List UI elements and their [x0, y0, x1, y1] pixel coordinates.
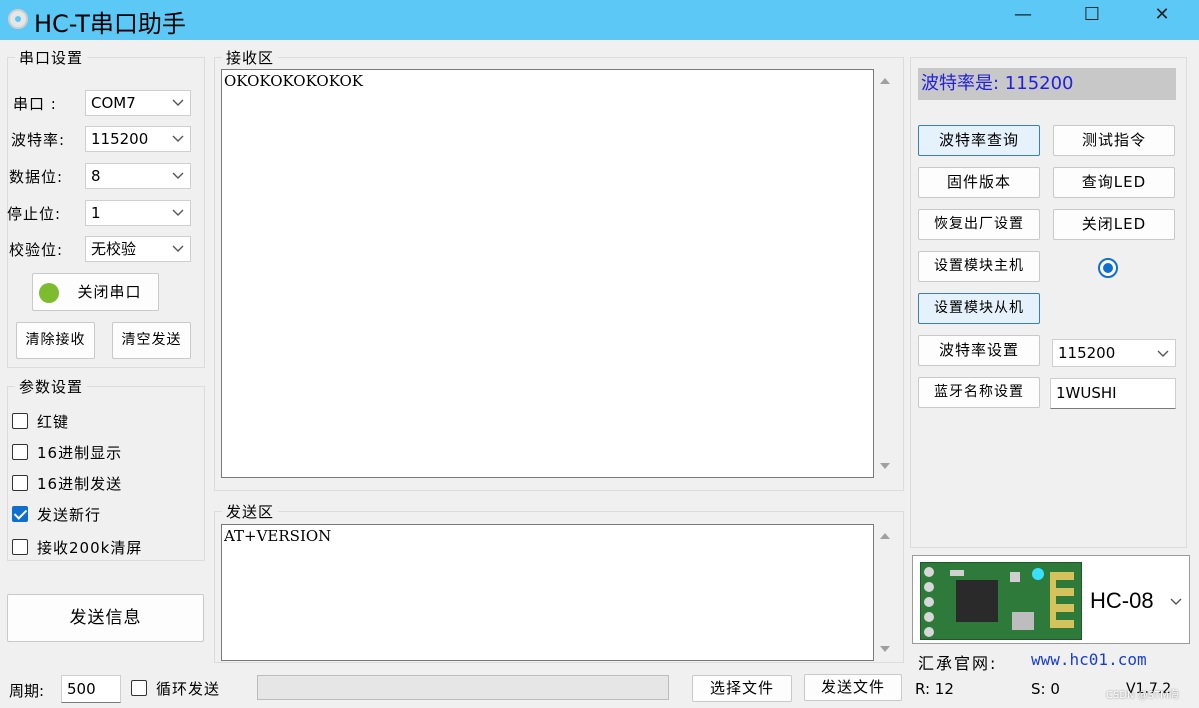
port-status-indicator	[39, 283, 59, 303]
chevron-down-icon	[172, 172, 184, 179]
module-name: HC-08	[1090, 588, 1154, 613]
test-command-button[interactable]: 测试指令	[1053, 125, 1175, 156]
param-settings-title: 参数设置	[15, 376, 88, 397]
query-led-button[interactable]: 查询LED	[1053, 167, 1175, 198]
set-baud-button[interactable]: 波特率设置	[918, 335, 1040, 366]
choose-file-button[interactable]: 选择文件	[692, 675, 792, 702]
send-file-button[interactable]: 发送文件	[804, 674, 902, 701]
scroll-down-icon[interactable]	[880, 646, 890, 652]
send-title: 发送区	[222, 501, 279, 522]
send-textarea[interactable]: AT+VERSION	[221, 524, 874, 661]
baud-label: 波特率:	[11, 131, 66, 149]
stopbits-value: 1	[91, 204, 101, 222]
option-send-newline[interactable]: 发送新行	[12, 503, 192, 525]
progress-bar	[257, 675, 669, 700]
chevron-down-icon	[172, 135, 184, 142]
databits-value: 8	[91, 167, 101, 185]
mode-radio[interactable]	[1098, 258, 1118, 278]
loop-send-label: 循环发送	[156, 680, 221, 698]
sent-count: S: 0	[1031, 680, 1060, 698]
title-bar: HC-T串口助手 — ☐ ✕	[0, 0, 1199, 40]
checkbox[interactable]	[131, 680, 147, 696]
chevron-down-icon	[1157, 350, 1169, 357]
period-label: 周期:	[9, 682, 45, 700]
parity-label: 校验位:	[9, 241, 64, 259]
scroll-up-icon[interactable]	[880, 533, 890, 539]
close-button[interactable]: ✕	[1127, 0, 1197, 32]
baud-select[interactable]: 115200	[85, 126, 191, 152]
bluetooth-module-image	[920, 562, 1082, 640]
checkbox[interactable]	[12, 413, 28, 429]
chevron-down-icon	[172, 99, 184, 106]
website-link[interactable]: www.hc01.com	[1031, 650, 1147, 669]
parity-value: 无校验	[91, 240, 137, 258]
stopbits-label: 停止位:	[7, 205, 62, 223]
scroll-down-icon[interactable]	[880, 463, 890, 469]
toggle-port-label: 关闭串口	[77, 283, 142, 301]
scroll-up-icon[interactable]	[880, 78, 890, 84]
port-value: COM7	[91, 94, 136, 112]
stopbits-select[interactable]: 1	[85, 200, 191, 226]
option-label: 接收200k清屏	[37, 539, 143, 557]
loop-send-option[interactable]: 循环发送	[131, 677, 241, 699]
option-clear-200k[interactable]: 接收200k清屏	[12, 536, 192, 558]
clear-receive-button[interactable]: 清除接收	[16, 322, 95, 359]
set-baud-select[interactable]: 115200	[1052, 339, 1176, 367]
set-master-button[interactable]: 设置模块主机	[918, 251, 1040, 282]
option-label: 红键	[37, 413, 70, 431]
toggle-port-button[interactable]: 关闭串口	[32, 273, 159, 311]
set-bt-name-button[interactable]: 蓝牙名称设置	[918, 377, 1040, 408]
checkbox[interactable]	[12, 539, 28, 555]
receive-title: 接收区	[222, 47, 279, 68]
checkbox[interactable]	[12, 475, 28, 491]
minimize-button[interactable]: —	[988, 0, 1058, 32]
receive-textarea[interactable]: OKOKOKOKOKOK	[221, 69, 874, 478]
clear-send-button[interactable]: 清空发送	[112, 322, 191, 359]
databits-select[interactable]: 8	[85, 163, 191, 189]
close-led-button[interactable]: 关闭LED	[1053, 209, 1175, 240]
option-red-key[interactable]: 红键	[12, 410, 192, 432]
module-selector[interactable]: HC-08	[912, 555, 1190, 644]
query-baud-button[interactable]: 波特率查询	[918, 125, 1040, 156]
gear-icon	[8, 9, 28, 29]
option-hex-send[interactable]: 16进制发送	[12, 472, 192, 494]
baud-value: 115200	[91, 130, 149, 148]
chevron-down-icon	[172, 209, 184, 216]
firmware-version-button[interactable]: 固件版本	[918, 167, 1040, 198]
website-label: 汇承官网:	[918, 654, 998, 673]
databits-label: 数据位:	[9, 168, 64, 186]
set-slave-button[interactable]: 设置模块从机	[918, 293, 1040, 324]
baud-rate-display: 波特率是: 115200	[918, 68, 1176, 100]
checkbox[interactable]	[12, 506, 28, 522]
chevron-down-icon	[172, 245, 184, 252]
set-baud-value: 115200	[1058, 344, 1116, 362]
parity-select[interactable]: 无校验	[85, 236, 191, 262]
maximize-button[interactable]: ☐	[1057, 0, 1127, 32]
port-label: 串口 :	[13, 95, 57, 113]
window-title: HC-T串口助手	[34, 10, 186, 38]
send-scrollbar[interactable]	[876, 525, 893, 660]
chevron-down-icon	[1170, 598, 1182, 605]
received-count: R: 12	[915, 680, 954, 698]
watermark: CSDN @STM海	[1106, 690, 1179, 701]
option-hex-display[interactable]: 16进制显示	[12, 441, 192, 463]
port-select[interactable]: COM7	[85, 90, 191, 116]
receive-scrollbar[interactable]	[876, 70, 893, 477]
bt-name-input[interactable]: 1WUSHI	[1050, 378, 1176, 409]
option-label: 发送新行	[37, 506, 102, 524]
option-label: 16进制显示	[37, 444, 123, 462]
send-message-button[interactable]: 发送信息	[7, 594, 204, 642]
option-label: 16进制发送	[37, 475, 123, 493]
serial-settings-title: 串口设置	[15, 47, 88, 68]
checkbox[interactable]	[12, 444, 28, 460]
period-input[interactable]: 500	[61, 675, 121, 703]
factory-reset-button[interactable]: 恢复出厂设置	[918, 209, 1040, 240]
